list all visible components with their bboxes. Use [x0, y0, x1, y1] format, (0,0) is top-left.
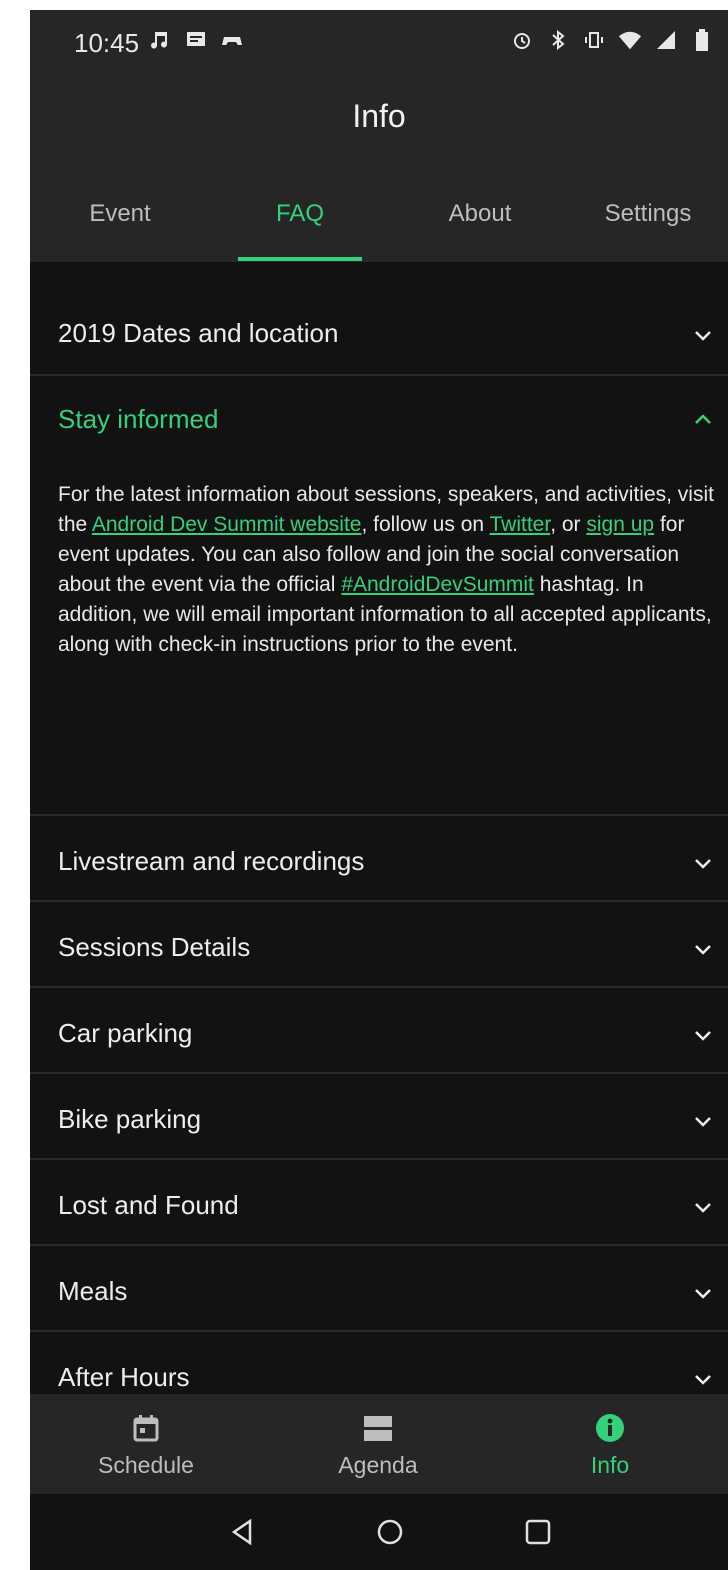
twitter-link[interactable]: Twitter [490, 513, 551, 536]
faq-item-meals[interactable]: Meals [30, 1246, 728, 1332]
faq-item-label: Bike parking [58, 1104, 202, 1134]
agenda-icon [364, 1416, 392, 1441]
faq-item-label: Car parking [58, 1018, 193, 1048]
app-screen: 10:45 Info Event FAQ About Settings 2019… [30, 10, 728, 1570]
chevron-down-icon [695, 1117, 711, 1127]
chevron-down-icon [695, 859, 711, 869]
nav-info[interactable]: Info [494, 1394, 726, 1494]
tab-settings[interactable]: Settings [588, 200, 708, 228]
chevron-down-icon [695, 331, 711, 341]
hashtag-link[interactable]: #AndroidDevSummit [341, 573, 534, 596]
wifi-icon [618, 28, 642, 52]
nav-agenda[interactable]: Agenda [262, 1394, 494, 1494]
nav-label: Schedule [98, 1452, 194, 1478]
stay-informed-body: For the latest information about session… [58, 480, 728, 660]
sign-up-link[interactable]: sign up [586, 513, 654, 536]
nav-schedule[interactable]: Schedule [30, 1394, 262, 1494]
battery-icon [690, 28, 714, 52]
faq-item-sessions[interactable]: Sessions Details [30, 902, 728, 988]
tab-faq[interactable]: FAQ [250, 200, 350, 228]
chevron-down-icon [695, 1031, 711, 1041]
faq-item-lost-found[interactable]: Lost and Found [30, 1160, 728, 1246]
nav-label: Info [590, 1452, 630, 1478]
nav-label: Agenda [338, 1452, 418, 1478]
home-icon[interactable] [374, 1516, 406, 1548]
info-icon [596, 1414, 624, 1442]
status-time: 10:45 [74, 28, 140, 58]
chevron-down-icon [695, 945, 711, 955]
summit-website-link[interactable]: Android Dev Summit website [92, 513, 362, 536]
tab-about[interactable]: About [430, 200, 530, 228]
faq-item-bike-parking[interactable]: Bike parking [30, 1074, 728, 1160]
tab-event[interactable]: Event [70, 200, 170, 228]
active-tab-indicator [238, 257, 362, 261]
body-text: , or [550, 513, 587, 536]
faq-item-label: After Hours [58, 1362, 190, 1392]
chevron-down-icon [695, 1203, 711, 1213]
alarm-icon [510, 28, 534, 52]
faq-item-label: Sessions Details [58, 932, 251, 962]
bluetooth-icon [546, 28, 570, 52]
tab-bar: Event FAQ About Settings [30, 180, 728, 262]
bottom-navigation: Schedule Agenda Info [30, 1394, 728, 1494]
faq-item-label: Lost and Found [58, 1190, 239, 1220]
back-icon[interactable] [226, 1516, 258, 1548]
music-icon [148, 28, 172, 52]
faq-item-after-hours[interactable]: After Hours [30, 1332, 728, 1394]
chevron-up-icon [695, 414, 711, 424]
faq-item-label: Stay informed [58, 404, 219, 434]
calendar-icon [133, 1415, 159, 1442]
body-text: , follow us on [361, 513, 490, 536]
signal-icon [654, 28, 678, 52]
faq-item-livestream[interactable]: Livestream and recordings [30, 816, 728, 902]
app-bar: 10:45 Info Event FAQ About Settings [30, 10, 728, 262]
chevron-down-icon [695, 1289, 711, 1299]
recents-icon[interactable] [522, 1516, 554, 1548]
faq-item-car-parking[interactable]: Car parking [30, 988, 728, 1074]
page-title: Info [352, 98, 406, 134]
message-icon [184, 28, 208, 52]
faq-item-label: Livestream and recordings [58, 846, 365, 876]
vibrate-icon [582, 28, 606, 52]
faq-item-label: 2019 Dates and location [58, 318, 339, 348]
faq-item-label: Meals [58, 1276, 128, 1306]
faq-item-dates[interactable]: 2019 Dates and location [30, 262, 728, 376]
game-icon [220, 28, 244, 52]
system-navigation-bar [30, 1494, 728, 1570]
status-bar: 10:45 [30, 10, 728, 74]
chevron-down-icon [695, 1375, 711, 1385]
